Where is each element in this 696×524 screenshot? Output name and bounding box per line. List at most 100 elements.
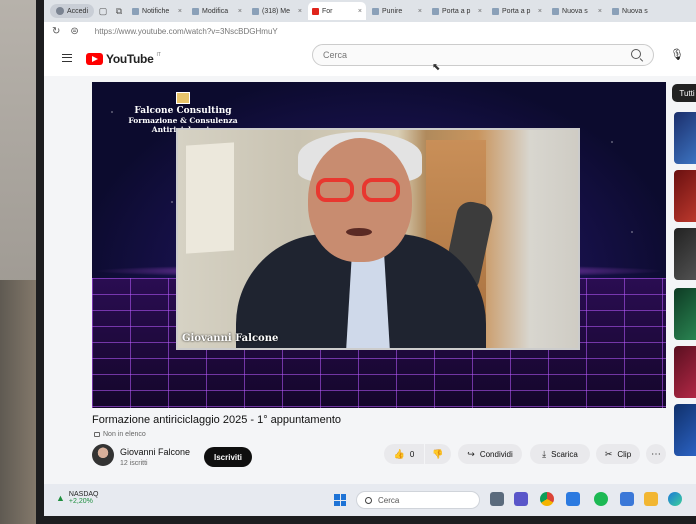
youtube-logo[interactable]: YouTube IT [86,52,161,66]
youtube-favicon-icon [312,7,320,15]
share-icon: ↪ [467,448,475,459]
teams-icon[interactable] [514,492,528,506]
channel-avatar[interactable] [92,444,114,466]
taskbar-search-input[interactable]: Cerca [356,491,480,509]
close-icon[interactable]: × [358,8,362,15]
tab-favicon-icon [432,7,440,15]
clip-button[interactable]: ✂ Clip [596,444,640,464]
lock-icon[interactable]: ⊜ [70,26,78,37]
stock-change: +2,20% [68,498,93,505]
recommended-thumbnail[interactable] [674,288,696,340]
browser-tab[interactable]: (318) Me × [248,2,306,20]
close-icon[interactable]: × [298,8,302,15]
close-icon[interactable]: × [538,8,542,15]
filter-chip-all[interactable]: Tutti [672,84,696,102]
tab-favicon-icon [192,7,200,15]
youtube-header: YouTube IT Cerca 🎙 ⬉ [44,40,696,76]
store-icon[interactable] [566,492,580,506]
edge-icon[interactable] [668,492,682,506]
word-icon[interactable] [620,492,634,506]
thumbs-up-icon: 👍 [393,448,405,459]
recommended-thumbnail[interactable] [674,112,696,164]
close-icon[interactable]: × [478,8,482,15]
share-label: Condividi [479,449,513,459]
tab-label: Nuova s [622,7,648,15]
like-count: 0 [409,449,415,459]
video-player[interactable]: Falcone Consulting Formazione & Consulen… [92,82,666,408]
tab-label: Modifica [202,7,229,15]
tab-label: Nuova s [562,7,588,15]
tab-favicon-icon [552,7,560,15]
speaker-mouth [346,228,372,236]
link-icon [94,432,100,437]
wall-poster [186,142,234,254]
profile-icon [56,7,64,15]
chrome-icon[interactable] [540,492,554,506]
browser-tab[interactable]: Punire × [368,2,426,20]
search-placeholder: Cerca [323,50,348,60]
profile-label: Accedi [67,7,89,15]
browser-tab-active[interactable]: For × [308,2,367,20]
browser-tab[interactable]: Nuova s [608,2,666,20]
clip-icon: ✂ [604,448,613,459]
video-title: Formazione antiriciclaggio 2025 - 1° app… [92,414,341,426]
brand-logo-icon [176,92,190,104]
tab-favicon-icon [492,7,500,15]
hamburger-icon[interactable] [62,54,72,62]
browser-tab[interactable]: Modifica × [188,2,246,20]
recommended-thumbnail[interactable] [674,404,696,456]
visibility-label: Non in elenco [103,431,146,438]
tab-label: (318) Me [262,7,291,15]
windows-icon[interactable] [334,494,346,506]
mic-icon[interactable]: 🎙 [670,48,684,61]
tab-search-icon[interactable]: ▢ [96,4,110,18]
browser-tab[interactable]: Porta a p × [488,2,546,20]
mouse-cursor-icon: ⬉ [432,62,441,73]
close-icon[interactable]: × [178,8,182,15]
tab-label: Punire [382,7,403,15]
browser-tab[interactable]: Nuova s × [548,2,606,20]
address-bar[interactable]: https://www.youtube.com/watch?v=3NscBDGH… [95,27,278,36]
spotify-icon[interactable] [594,492,608,506]
share-button[interactable]: ↪ Condividi [458,444,522,464]
task-view-icon[interactable] [490,492,504,506]
close-icon[interactable]: × [418,8,422,15]
browser-toolbar: ↻ ⊜ https://www.youtube.com/watch?v=3Nsc… [44,22,696,40]
download-icon: ⤓ [542,448,547,459]
dislike-button[interactable]: 👎 [425,444,451,464]
like-button[interactable]: 👍 0 [384,444,424,464]
clip-label: Clip [617,449,632,459]
tab-favicon-icon [372,7,380,15]
webcam-frame: Giovanni Falcone [176,128,580,350]
recommended-thumbnail[interactable] [674,346,696,398]
search-icon[interactable] [631,49,641,59]
refresh-icon[interactable]: ↻ [52,26,60,37]
speaker-caption: Giovanni Falcone [182,333,279,344]
tab-strip: Accedi ▢ ⧉ Notifiche × Modifica × (318) Me… [44,0,696,22]
more-icon[interactable]: ⋯ [646,444,666,464]
taskbar-search-placeholder: Cerca [378,495,400,505]
channel-name[interactable]: Giovanni Falcone [120,447,190,457]
tab-favicon-icon [612,7,620,15]
tab-label: Porta a p [442,7,471,15]
subscriber-count: 12 iscritti [120,460,148,467]
speaker-glasses [316,178,404,206]
youtube-play-icon [86,53,103,65]
recommended-thumbnail[interactable] [674,170,696,222]
tab-groups-icon[interactable]: ⧉ [112,4,126,18]
subscribe-button[interactable]: Iscriviti [204,447,252,467]
search-input[interactable]: Cerca [312,44,654,66]
profile-button[interactable]: Accedi [50,4,95,18]
close-icon[interactable]: × [598,8,602,15]
browser-tab[interactable]: Porta a p × [428,2,486,20]
file-explorer-icon[interactable] [644,492,658,506]
brand-name: Falcone Consulting [134,106,232,116]
screen: Accedi ▢ ⧉ Notifiche × Modifica × (318) Me… [44,0,696,516]
close-icon[interactable]: × [238,8,242,15]
browser-tab[interactable]: Notifiche × [128,2,186,20]
trend-up-icon: ▲ [56,493,65,503]
windows-taskbar: ▲ NASDAQ +2,20% Cerca [44,484,696,516]
recommended-thumbnail[interactable] [674,228,696,280]
download-button[interactable]: ⤓ Scarica [530,444,590,464]
stock-widget[interactable]: ▲ NASDAQ +2,20% [56,491,98,505]
